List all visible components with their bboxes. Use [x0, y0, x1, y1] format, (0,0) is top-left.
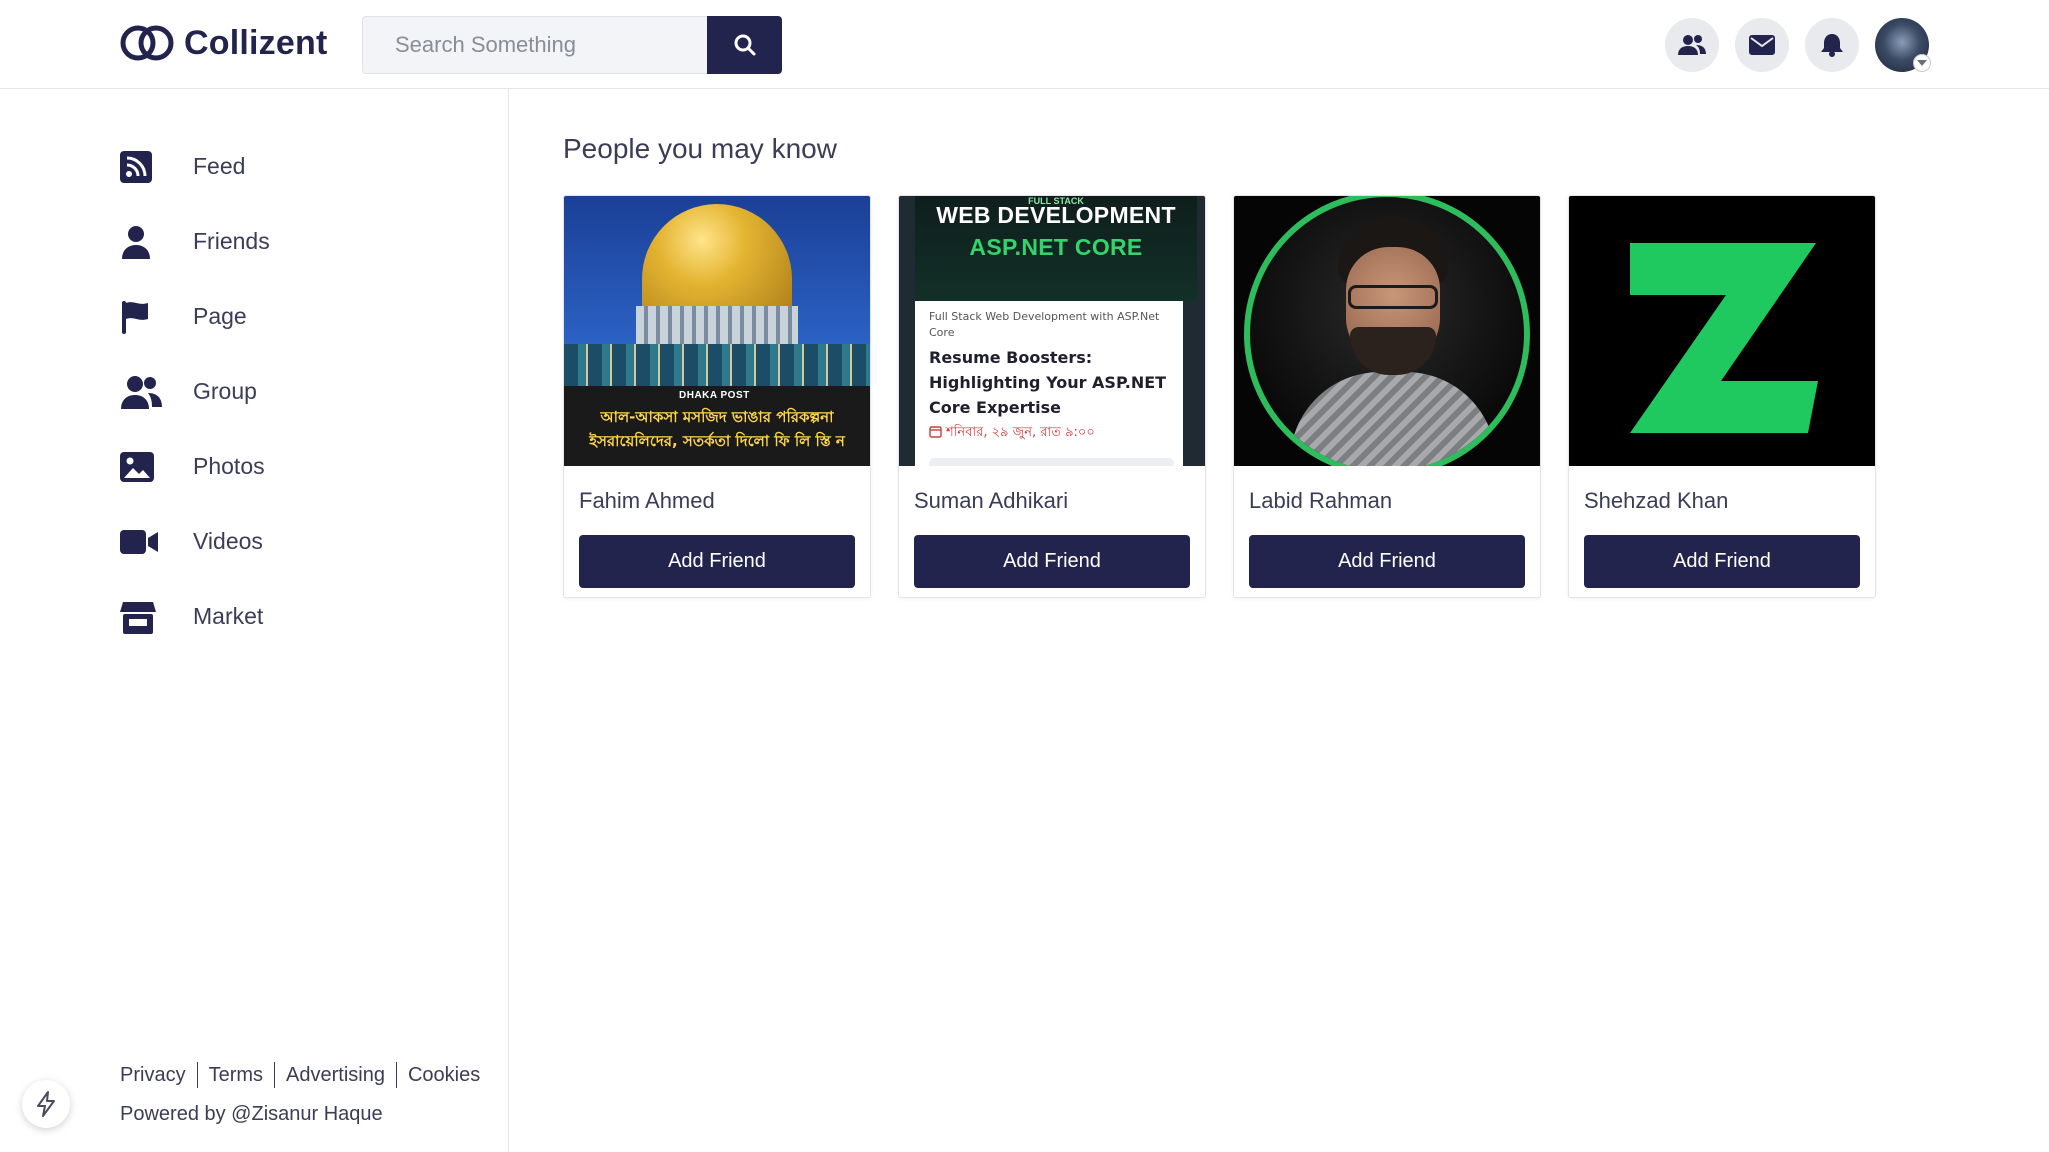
sidebar-item-feed[interactable]: Feed	[120, 129, 270, 204]
user-icon	[120, 222, 172, 262]
sidebar-item-label: Friends	[193, 228, 270, 254]
sidebar-item-label: Photos	[193, 453, 265, 479]
add-friend-button[interactable]: Add Friend	[1584, 535, 1860, 588]
notifications-button[interactable]	[1805, 18, 1859, 72]
search-button[interactable]	[707, 16, 782, 74]
sidebar-item-group[interactable]: Group	[120, 354, 270, 429]
person-photo[interactable]	[1234, 196, 1540, 466]
search-bar	[362, 16, 782, 74]
store-icon	[120, 597, 172, 637]
sidebar-item-page[interactable]: Page	[120, 279, 270, 354]
section-title: People you may know	[563, 133, 837, 164]
mail-icon	[1749, 35, 1775, 55]
person-card: Labid Rahman Add Friend	[1233, 195, 1541, 598]
z-logo-icon	[1630, 243, 1818, 433]
photo-banner: DHAKA POST আল-আকসা মসজিদ ভাঙার পরিকল্পনা…	[564, 386, 870, 466]
photo-date: শনিবার, ২৯ জুন, রাত ৯:০০	[929, 423, 1095, 444]
person-name: Shehzad Khan	[1584, 488, 1729, 513]
person-card: Shehzad Khan Add Friend	[1568, 195, 1876, 598]
profile-ring	[1244, 196, 1530, 466]
people-list: DHAKA POST আল-আকসা মসজিদ ভাঙার পরিকল্পনা…	[563, 195, 1876, 598]
photo-header: FULL STACK WEB DEVELOPMENT ASP.NET CORE	[915, 196, 1197, 301]
photo-caption-line2: ইসরায়েলিদের, সতর্কতা দিলো ফি লি স্তি ন	[589, 432, 845, 450]
person-name: Suman Adhikari	[914, 488, 1069, 513]
search-icon	[734, 34, 755, 56]
photo-meta: Full Stack Web Development with ASP.Net …	[929, 310, 1160, 339]
quick-action-button[interactable]	[22, 1080, 70, 1128]
lightning-icon	[37, 1091, 55, 1117]
terms-link[interactable]: Terms	[209, 1064, 263, 1087]
sidebar: Feed Friends Page Group Photos Videos Ma…	[0, 89, 509, 1152]
user-avatar[interactable]	[1875, 18, 1931, 72]
sidebar-item-label: Feed	[193, 153, 246, 179]
person-photo[interactable]: FULL STACK WEB DEVELOPMENT ASP.NET CORE …	[899, 196, 1205, 466]
sidebar-item-photos[interactable]: Photos	[120, 429, 270, 504]
video-icon	[120, 522, 172, 562]
app-logo[interactable]: Collizent	[120, 22, 327, 64]
footer-links: Privacy Terms Advertising Cookies	[120, 1062, 480, 1088]
person-name: Fahim Ahmed	[579, 488, 715, 513]
sidebar-item-market[interactable]: Market	[120, 579, 270, 654]
person-card: FULL STACK WEB DEVELOPMENT ASP.NET CORE …	[898, 195, 1206, 598]
sidebar-item-label: Videos	[193, 528, 263, 554]
bell-icon	[1821, 34, 1843, 57]
photo-progress-bar	[929, 458, 1174, 466]
sidebar-item-label: Group	[193, 378, 257, 404]
person-card: DHAKA POST আল-আকসা মসজিদ ভাঙার পরিকল্পনা…	[563, 195, 871, 598]
header-actions	[1665, 18, 1931, 72]
group-icon	[120, 372, 172, 412]
search-input[interactable]	[362, 16, 707, 74]
divider	[395, 1062, 397, 1088]
add-friend-button[interactable]: Add Friend	[914, 535, 1190, 588]
photo-hoodie	[1290, 372, 1496, 466]
top-header: Collizent	[0, 0, 2049, 89]
advertising-link[interactable]: Advertising	[286, 1064, 385, 1087]
chevron-down-icon	[1913, 54, 1931, 72]
flag-icon	[120, 297, 172, 337]
photo-glasses	[1348, 285, 1438, 309]
photo-title-line2: ASP.NET CORE	[969, 234, 1143, 260]
privacy-link[interactable]: Privacy	[120, 1064, 186, 1087]
sidebar-nav: Feed Friends Page Group Photos Videos Ma…	[120, 129, 270, 654]
photo-beard	[1350, 327, 1436, 375]
photo-drum	[636, 306, 798, 346]
friends-button[interactable]	[1665, 18, 1719, 72]
photo-post-title: Resume Boosters: Highlighting Your ASP.N…	[929, 348, 1167, 417]
divider	[196, 1062, 198, 1088]
app-name: Collizent	[184, 23, 328, 62]
photo-panel: Full Stack Web Development with ASP.Net …	[915, 301, 1183, 466]
photo-caption-line1: আল-আকসা মসজিদ ভাঙার পরিকল্পনা	[600, 408, 834, 426]
sidebar-item-label: Market	[193, 603, 264, 629]
photo-title-line1: WEB DEVELOPMENT	[936, 202, 1176, 228]
sidebar-item-friends[interactable]: Friends	[120, 204, 270, 279]
person-photo[interactable]: DHAKA POST আল-আকসা মসজিদ ভাঙার পরিকল্পনা…	[564, 196, 870, 466]
friends-icon	[1678, 35, 1706, 55]
logo-mark-icon	[120, 25, 174, 61]
person-name: Labid Rahman	[1249, 488, 1393, 513]
add-friend-button[interactable]: Add Friend	[579, 535, 855, 588]
sidebar-item-label: Page	[193, 303, 247, 329]
person-photo[interactable]	[1569, 196, 1875, 466]
photo-brand: DHAKA POST	[679, 390, 750, 401]
powered-by: Powered by @Zisanur Haque	[120, 1103, 383, 1125]
rss-icon	[120, 147, 172, 187]
add-friend-button[interactable]: Add Friend	[1249, 535, 1525, 588]
calendar-icon	[929, 426, 942, 438]
photo-date-text: শনিবার, ২৯ জুন, রাত ৯:০০	[946, 425, 1095, 440]
messages-button[interactable]	[1735, 18, 1789, 72]
sidebar-item-videos[interactable]: Videos	[120, 504, 270, 579]
cookies-link[interactable]: Cookies	[408, 1064, 480, 1087]
image-icon	[120, 447, 172, 487]
divider	[274, 1062, 276, 1088]
